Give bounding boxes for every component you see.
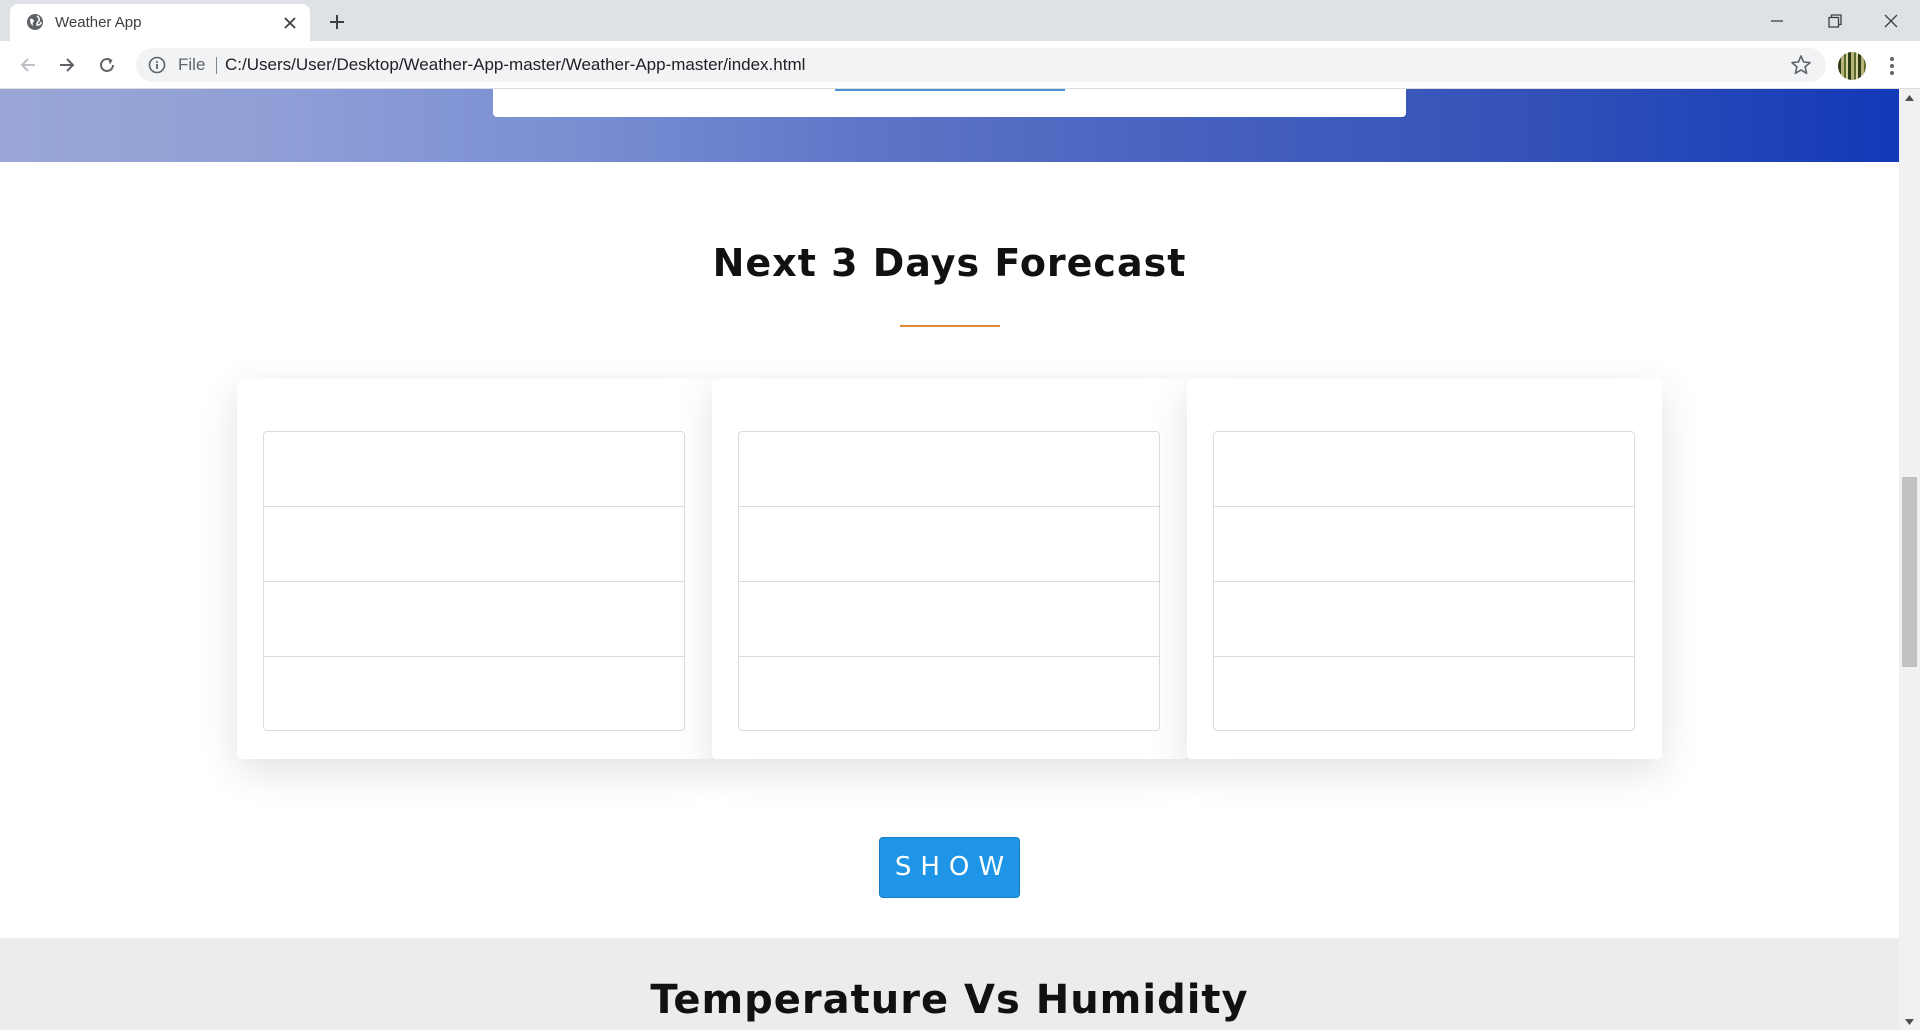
new-tab-icon[interactable] — [324, 9, 350, 35]
forecast-row — [1214, 432, 1634, 507]
forecast-section-title: Next 3 Days Forecast — [712, 241, 1187, 285]
forecast-row — [264, 657, 684, 732]
forecast-cards — [237, 379, 1662, 759]
restore-icon[interactable] — [1806, 0, 1864, 41]
browser-titlebar: Weather App — [0, 0, 1920, 41]
forecast-row — [1214, 507, 1634, 582]
minimize-icon[interactable] — [1748, 0, 1806, 41]
hero-banner — [0, 89, 1899, 162]
omnibox-divider — [216, 57, 217, 74]
hero-card-accent-line — [835, 89, 1065, 91]
tab-title: Weather App — [55, 14, 142, 31]
globe-icon — [26, 13, 44, 31]
forecast-table — [263, 431, 685, 731]
info-icon[interactable] — [148, 56, 166, 74]
hero-search-card — [493, 89, 1406, 117]
forecast-row — [1214, 657, 1634, 732]
scroll-up-arrow-icon[interactable] — [1899, 89, 1920, 106]
show-forecast-button[interactable]: SHOW — [879, 837, 1020, 898]
star-bookmark-icon[interactable] — [1790, 54, 1812, 76]
forecast-row — [739, 657, 1159, 732]
vertical-scrollbar[interactable] — [1899, 89, 1920, 1030]
close-tab-icon[interactable] — [280, 13, 300, 33]
forecast-row — [264, 507, 684, 582]
forecast-table — [738, 431, 1160, 731]
title-underline — [900, 325, 1000, 327]
forecast-card-day-1 — [237, 379, 712, 759]
forward-arrow-icon[interactable] — [53, 51, 81, 79]
back-arrow-icon[interactable] — [14, 51, 42, 79]
reload-icon[interactable] — [93, 51, 121, 79]
forecast-row — [739, 432, 1159, 507]
address-bar[interactable]: File C:/Users/User/Desktop/Weather-App-m… — [136, 48, 1826, 82]
profile-avatar[interactable] — [1838, 52, 1866, 80]
browser-tab[interactable]: Weather App — [10, 4, 310, 41]
url-text[interactable]: C:/Users/User/Desktop/Weather-App-master… — [225, 48, 805, 82]
forecast-row — [264, 432, 684, 507]
close-window-icon[interactable] — [1862, 0, 1920, 41]
forecast-row — [739, 507, 1159, 582]
page-viewport: Next 3 Days Forecast SHOW Temperature Vs… — [0, 89, 1899, 1030]
forecast-table — [1213, 431, 1635, 731]
scrollbar-thumb[interactable] — [1902, 477, 1917, 667]
scheme-label: File — [178, 55, 206, 74]
scroll-down-arrow-icon[interactable] — [1899, 1013, 1920, 1030]
forecast-card-day-3 — [1187, 379, 1662, 759]
forecast-card-day-2 — [712, 379, 1187, 759]
forecast-row — [1214, 582, 1634, 657]
humidity-section-title: Temperature Vs Humidity — [650, 977, 1249, 1023]
more-menu-icon[interactable] — [1880, 52, 1904, 80]
browser-toolbar: File C:/Users/User/Desktop/Weather-App-m… — [0, 41, 1920, 89]
forecast-row — [264, 582, 684, 657]
forecast-row — [739, 582, 1159, 657]
